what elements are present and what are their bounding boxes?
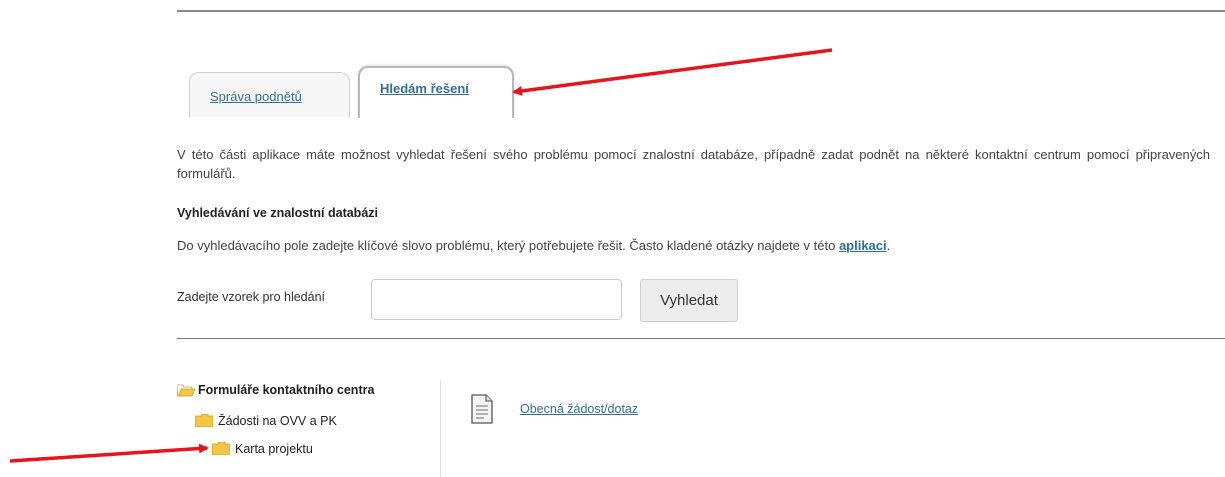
folder-icon xyxy=(195,414,213,427)
tab-label[interactable]: Hledám řešení xyxy=(380,81,469,96)
tree-item-karta-projektu[interactable]: Karta projektu xyxy=(235,442,313,456)
tree-item-zadosti[interactable]: Žádosti na OVV a PK xyxy=(218,414,337,428)
tree-root-label[interactable]: Formuláře kontaktního centra xyxy=(198,383,374,397)
search-input-label: Zadejte vzorek pro hledání xyxy=(177,290,326,304)
top-divider xyxy=(177,10,1225,12)
search-help-text: Do vyhledávacího pole zadejte klíčové sl… xyxy=(177,238,890,253)
tab-label[interactable]: Správa podnětů xyxy=(210,89,302,104)
tab-hledam-reseni[interactable]: Hledám řešení xyxy=(358,66,514,118)
section-divider xyxy=(177,338,1225,339)
search-input[interactable] xyxy=(371,279,622,320)
help-text-suffix: . xyxy=(886,238,891,253)
faq-app-link[interactable]: aplikaci xyxy=(839,238,887,253)
intro-text: V této části aplikace máte možnost vyhle… xyxy=(177,147,1210,181)
folder-open-icon xyxy=(177,384,195,397)
help-text-prefix: Do vyhledávacího pole zadejte klíčové sl… xyxy=(177,238,839,253)
arrow-to-active-tab xyxy=(512,48,833,96)
folder-icon xyxy=(212,442,230,455)
tab-sprava-podnetu[interactable]: Správa podnětů xyxy=(189,72,350,117)
arrow-to-karta-projektu xyxy=(9,443,209,463)
search-button[interactable]: Vyhledat xyxy=(640,279,738,322)
document-icon[interactable] xyxy=(471,394,493,424)
tree-divider xyxy=(440,380,441,477)
search-section-heading: Vyhledávání ve znalostní databázi xyxy=(177,206,378,220)
document-link-obecna-zadost[interactable]: Obecná žádost/dotaz xyxy=(520,402,638,416)
